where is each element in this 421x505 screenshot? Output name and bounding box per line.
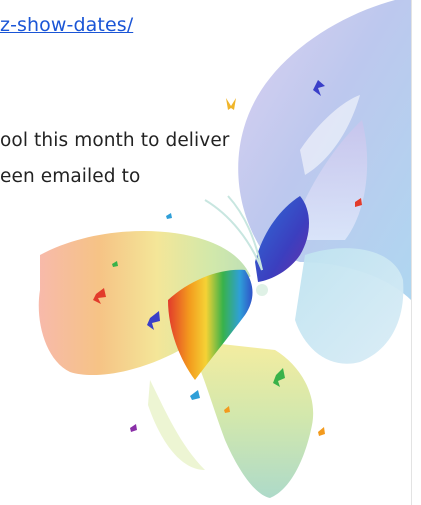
show-dates-link[interactable]: z-show-dates/ <box>0 14 133 36</box>
page: z-show-dates/ ool this month to deliver … <box>0 0 421 505</box>
butterfly-illustration <box>38 0 411 498</box>
paragraph-line-2: een emailed to <box>0 166 141 187</box>
content-divider <box>411 0 412 505</box>
paragraph-line-1: ool this month to deliver <box>0 130 230 151</box>
